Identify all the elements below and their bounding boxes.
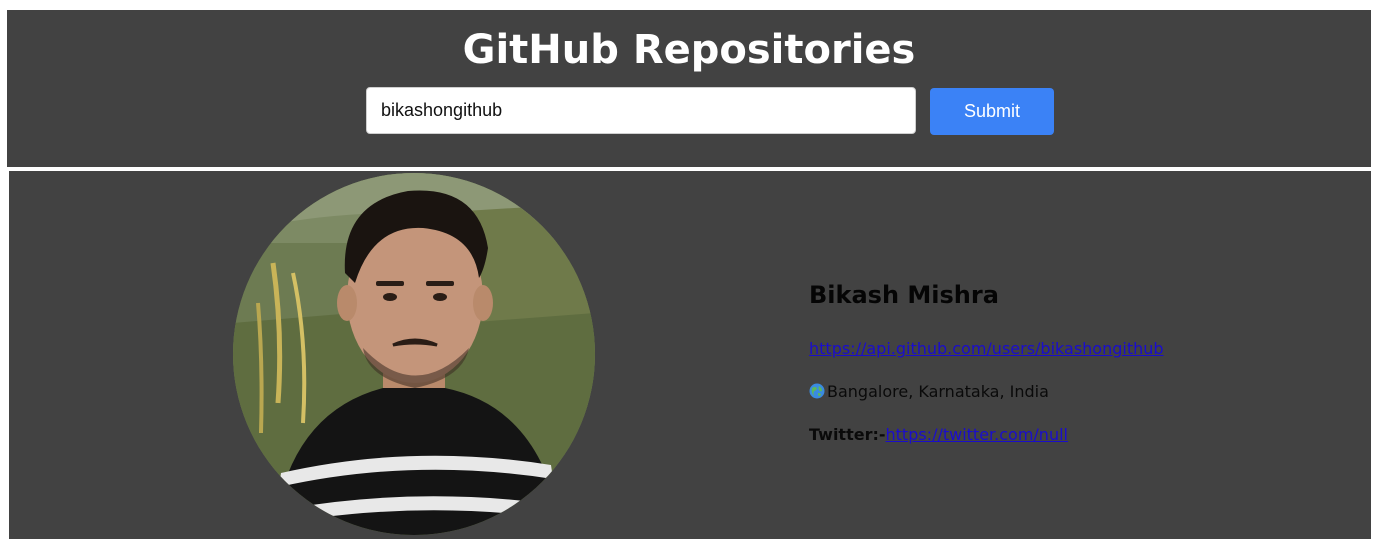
globe-icon bbox=[809, 383, 825, 399]
header-panel: GitHub Repositories Submit bbox=[7, 10, 1371, 167]
avatar bbox=[233, 173, 595, 535]
avatar-photo bbox=[233, 173, 595, 535]
twitter-url-link[interactable]: https://twitter.com/null bbox=[886, 425, 1068, 444]
page-title: GitHub Repositories bbox=[462, 27, 916, 73]
username-search-input[interactable] bbox=[366, 87, 916, 134]
profile-name: Bikash Mishra bbox=[809, 281, 999, 309]
profile-panel: Bikash Mishra https://api.github.com/use… bbox=[9, 171, 1371, 539]
profile-info: Bikash Mishra https://api.github.com/use… bbox=[809, 279, 1329, 444]
twitter-label: Twitter:- bbox=[809, 425, 886, 444]
twitter-row: Twitter:-https://twitter.com/null bbox=[809, 425, 1068, 445]
api-link-row: https://api.github.com/users/bikashongit… bbox=[809, 339, 1164, 359]
location-text: Bangalore, Karnataka, India bbox=[827, 382, 1049, 401]
api-url-link[interactable]: https://api.github.com/users/bikashongit… bbox=[809, 339, 1164, 358]
location-row: Bangalore, Karnataka, India bbox=[809, 382, 1049, 402]
submit-button[interactable]: Submit bbox=[930, 88, 1054, 135]
